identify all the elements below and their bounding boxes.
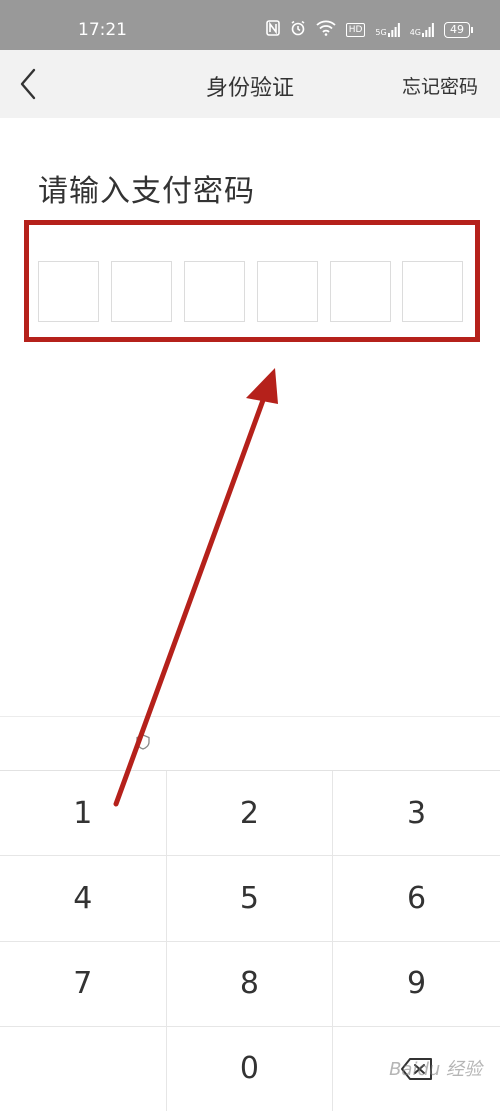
- key-6[interactable]: 6: [333, 856, 500, 942]
- status-time: 17:21: [78, 20, 127, 40]
- forgot-password-link[interactable]: 忘记密码: [402, 72, 478, 99]
- key-4[interactable]: 4: [0, 856, 167, 942]
- alarm-icon: [290, 20, 306, 40]
- status-bar: 17:21 HD 5G 4G 49: [0, 0, 500, 50]
- pin-digit-box[interactable]: [184, 261, 245, 322]
- pin-digit-box[interactable]: [257, 261, 318, 322]
- pin-highlight-frame: [24, 220, 480, 342]
- signal-5g-icon: 5G: [375, 23, 400, 37]
- watermark: Baidu 经验: [389, 1059, 482, 1080]
- pin-digit-box[interactable]: [402, 261, 463, 322]
- key-5[interactable]: 5: [166, 856, 334, 942]
- signal-5g-label: 5G: [375, 28, 387, 37]
- key-3[interactable]: 3: [333, 771, 500, 857]
- pin-digit-box[interactable]: [330, 261, 391, 322]
- nav-bar: 身份验证 忘记密码: [0, 50, 500, 118]
- key-8[interactable]: 8: [166, 941, 334, 1027]
- signal-4g-icon: 4G: [410, 23, 434, 37]
- payment-password-prompt: 请输入支付密码: [38, 174, 255, 209]
- key-blank: [0, 1026, 167, 1111]
- keypad-divider: [0, 716, 500, 717]
- pin-digit-box[interactable]: [111, 261, 172, 322]
- nfc-icon: [265, 20, 280, 40]
- signal-4g-label: 4G: [409, 28, 421, 37]
- key-1[interactable]: 1: [0, 771, 167, 857]
- key-2[interactable]: 2: [166, 771, 334, 857]
- hd-badge: HD: [345, 23, 366, 37]
- status-icons: HD 5G 4G 49: [265, 20, 473, 40]
- key-0[interactable]: 0: [166, 1026, 334, 1111]
- key-7[interactable]: 7: [0, 941, 167, 1027]
- key-9[interactable]: 9: [333, 941, 500, 1027]
- wifi-icon: [316, 20, 336, 40]
- shield-icon: [136, 734, 150, 754]
- pin-digit-box[interactable]: [38, 261, 99, 322]
- battery-indicator: 49: [444, 22, 473, 38]
